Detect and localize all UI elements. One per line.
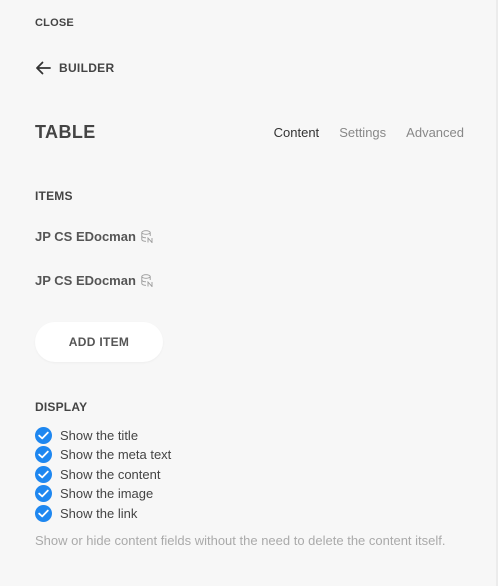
dynamic-content-icon [141, 274, 153, 288]
tab-content[interactable]: Content [274, 125, 320, 140]
show-title-checkbox[interactable]: Show the title [35, 426, 171, 444]
tab-settings[interactable]: Settings [339, 125, 386, 140]
dynamic-content-icon [141, 230, 153, 244]
list-item[interactable]: JP CS EDocman [35, 273, 153, 288]
item-label: JP CS EDocman [35, 229, 136, 244]
checkmark-icon [35, 485, 52, 502]
tab-bar: Content Settings Advanced [274, 125, 464, 140]
show-link-checkbox[interactable]: Show the link [35, 504, 171, 522]
option-label: Show the content [60, 466, 161, 482]
close-link[interactable]: CLOSE [35, 17, 74, 29]
tab-advanced[interactable]: Advanced [406, 125, 464, 140]
arrow-left-icon [35, 61, 51, 75]
checkmark-icon [35, 446, 52, 463]
checkmark-icon [35, 426, 52, 444]
back-link-label: BUILDER [59, 61, 115, 75]
display-hint: Show or hide content fields without the … [35, 533, 446, 548]
add-item-button[interactable]: ADD ITEM [35, 322, 163, 362]
items-heading: ITEMS [35, 189, 73, 203]
option-label: Show the title [60, 427, 139, 443]
page-title: TABLE [35, 122, 96, 142]
checkmark-icon [35, 504, 52, 522]
show-content-checkbox[interactable]: Show the content [35, 465, 171, 483]
back-to-builder-link[interactable]: BUILDER [35, 61, 114, 75]
item-label: JP CS EDocman [35, 273, 136, 288]
title-row: TABLE Content Settings Advanced [35, 122, 464, 143]
display-heading: DISPLAY [35, 400, 88, 414]
list-item[interactable]: JP CS EDocman [35, 229, 153, 244]
display-options: Show the title Show the meta text Show t… [35, 426, 171, 522]
show-image-checkbox[interactable]: Show the image [35, 485, 171, 503]
checkmark-icon [35, 465, 52, 483]
option-label: Show the image [60, 486, 154, 501]
option-label: Show the meta text [60, 447, 172, 462]
show-meta-checkbox[interactable]: Show the meta text [35, 446, 171, 464]
option-label: Show the link [60, 505, 138, 521]
builder-panel: CLOSE BUILDER TABLE Content Settings Adv… [0, 0, 498, 586]
